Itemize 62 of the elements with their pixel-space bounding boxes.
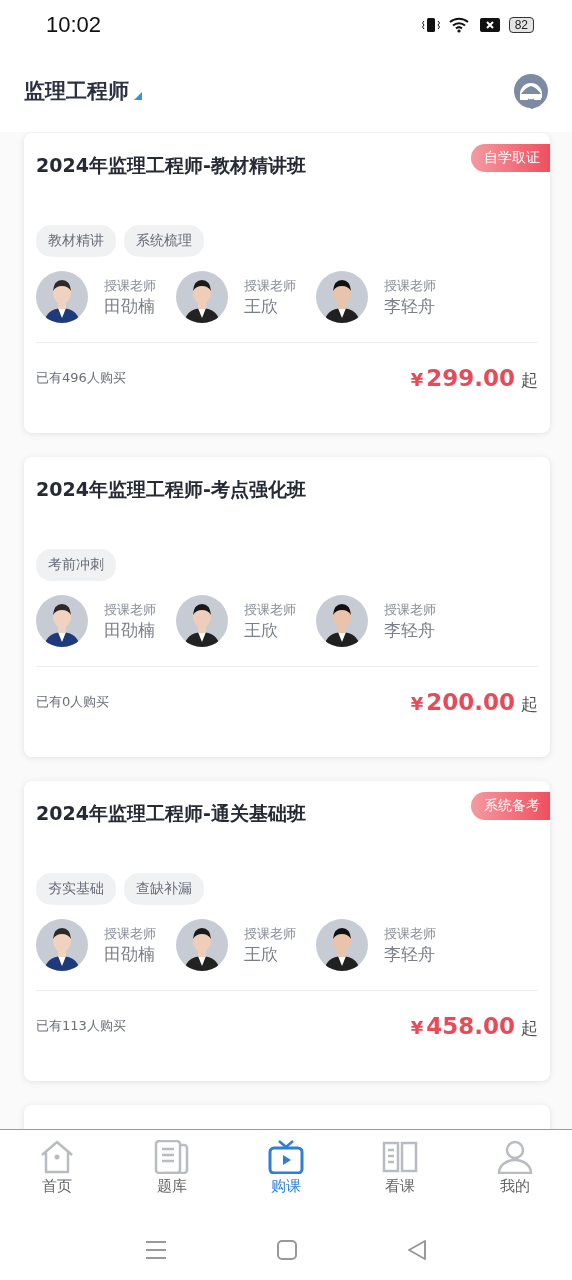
no-sim-icon (479, 17, 500, 33)
teacher-name: 田劭楠 (104, 942, 156, 966)
course-tag: 夯实基础 (36, 873, 116, 905)
course-tag: 查缺补漏 (124, 873, 204, 905)
price-suffix: 起 (521, 692, 538, 716)
price-suffix: 起 (521, 368, 538, 392)
buyer-count: 已有0人购买 (36, 693, 110, 711)
course-tag: 教材精讲 (36, 225, 116, 257)
menu-icon[interactable] (145, 1240, 167, 1260)
course-title: 2024年监理工程师-教材精讲班 (36, 153, 306, 178)
course-tag: 考前冲刺 (36, 549, 116, 581)
home-button-icon[interactable] (277, 1240, 297, 1260)
tab-item[interactable]: 购课 (228, 1130, 344, 1220)
teacher-role: 授课老师 (384, 276, 436, 295)
course-price: 458.00 (426, 1012, 515, 1039)
tab-item[interactable]: 题库 (114, 1130, 229, 1220)
tab-item[interactable]: 首页 (0, 1130, 115, 1220)
course-card[interactable]: 2024年监理工程师-教材精讲班 自学取证 教材精讲 系统梳理 授课老师 田劭楠 授课老师 王欣 授课老师 李轻舟 已有496人购买 ¥299.00 起 (24, 133, 550, 433)
dropdown-icon[interactable] (134, 92, 142, 100)
teacher-name: 王欣 (244, 294, 279, 318)
course-card[interactable]: 2024年监理工程师-考点强化班 考前冲刺 授课老师 田劭楠 授课老师 王欣 授课老师 李轻舟 已有0人购买 ¥200.00 起 (24, 457, 550, 757)
currency-sign: ¥ (410, 1016, 424, 1038)
course-badge: 系统备考 (471, 792, 550, 820)
teacher-role: 授课老师 (244, 600, 296, 619)
tv-icon (268, 1140, 304, 1174)
document-icon (153, 1140, 190, 1174)
teacher-name: 王欣 (244, 618, 279, 642)
teacher-role: 授课老师 (244, 276, 296, 295)
teacher-name: 田劭楠 (104, 294, 156, 318)
teacher-role: 授课老师 (384, 924, 436, 943)
teacher-name: 田劭楠 (104, 618, 156, 642)
course-badge: 自学取证 (471, 144, 550, 172)
course-title: 2024年监理工程师-通关基础班 (36, 801, 306, 826)
course-card[interactable]: 2024年监理工程师-通关基础班 系统备考 夯实基础 查缺补漏 授课老师 田劭楠 授课老师 王欣 授课老师 李轻舟 已有113人购买 ¥458.00 起 (24, 781, 550, 1081)
teacher-role: 授课老师 (104, 924, 156, 943)
back-icon[interactable] (407, 1239, 427, 1261)
buyer-count: 已有496人购买 (36, 369, 126, 387)
battery-level: 82 (508, 17, 534, 33)
teacher-role: 授课老师 (104, 600, 156, 619)
currency-sign: ¥ (410, 368, 424, 390)
course-title: 2024年监理工程师-考点强化班 (36, 477, 306, 502)
teacher-role: 授课老师 (104, 276, 156, 295)
course-tag: 系统梳理 (124, 225, 204, 257)
teacher-role: 授课老师 (384, 600, 436, 619)
vibrate-icon (421, 17, 440, 33)
page-title[interactable]: 监理工程师 (24, 77, 129, 105)
teacher-role: 授课老师 (244, 924, 296, 943)
teacher-name: 李轻舟 (384, 294, 436, 318)
course-price: 299.00 (426, 364, 515, 391)
buyer-count: 已有113人购买 (36, 1017, 126, 1035)
book-icon (382, 1140, 419, 1174)
user-icon (496, 1140, 533, 1174)
price-suffix: 起 (521, 1016, 538, 1040)
tab-item[interactable]: 我的 (457, 1130, 572, 1220)
tab-item[interactable]: 看课 (343, 1130, 458, 1220)
wifi-icon (448, 17, 471, 33)
teacher-name: 王欣 (244, 942, 279, 966)
teacher-name: 李轻舟 (384, 618, 436, 642)
status-time: 10:02 (46, 12, 102, 38)
currency-sign: ¥ (410, 692, 424, 714)
teacher-name: 李轻舟 (384, 942, 436, 966)
course-price: 200.00 (426, 688, 515, 715)
